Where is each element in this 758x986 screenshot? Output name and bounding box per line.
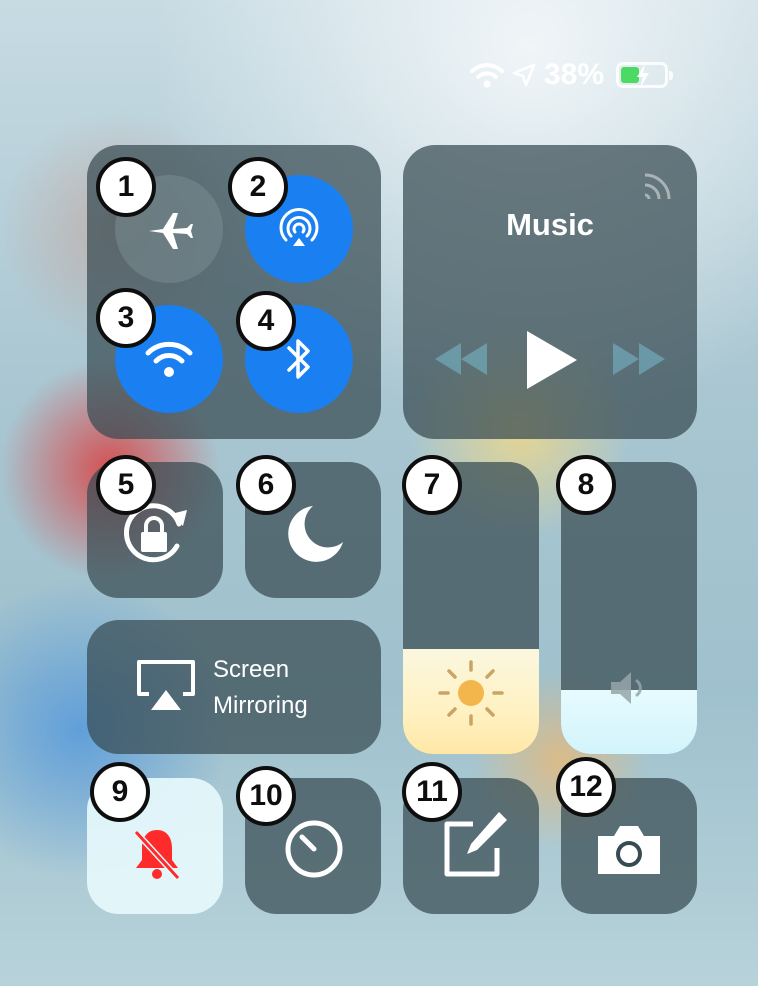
moon-icon xyxy=(288,506,343,562)
battery-percent: 38% xyxy=(544,58,605,91)
fast-forward-icon[interactable] xyxy=(611,341,667,377)
airdrop-icon xyxy=(279,208,319,246)
speaker-icon xyxy=(611,672,642,704)
wifi-icon xyxy=(470,63,504,88)
music-title: Music xyxy=(506,207,594,242)
badge-10: 10 xyxy=(236,766,296,826)
camera-icon xyxy=(598,826,660,874)
play-icon[interactable] xyxy=(523,329,579,391)
badge-2: 2 xyxy=(228,157,288,217)
badge-4: 4 xyxy=(236,291,296,351)
badge-5: 5 xyxy=(96,455,156,515)
wifi-icon xyxy=(145,341,193,377)
muted-bell-icon xyxy=(133,829,181,881)
screen-mirroring-line1: Screen xyxy=(213,656,290,683)
status-bar: 38% xyxy=(470,58,674,92)
badge-7: 7 xyxy=(402,455,462,515)
sun-icon xyxy=(438,660,504,726)
badge-8: 8 xyxy=(556,455,616,515)
screen-mirroring-button[interactable]: Screen Mirroring xyxy=(87,620,381,754)
badge-1: 1 xyxy=(96,157,156,217)
badge-3: 3 xyxy=(96,288,156,348)
badge-12: 12 xyxy=(556,757,616,817)
airplane-icon xyxy=(149,213,193,249)
airplay-screen-icon xyxy=(137,660,195,710)
location-arrow-icon xyxy=(512,63,536,87)
control-center-screen: 38% Music Screen Mirroring 1 2 3 4 5 6 7… xyxy=(0,0,758,986)
airplay-audio-icon[interactable] xyxy=(641,169,675,203)
screen-mirroring-label: Screen Mirroring xyxy=(213,652,308,724)
notes-icon xyxy=(444,812,507,877)
badge-6: 6 xyxy=(236,455,296,515)
badge-9: 9 xyxy=(90,762,150,822)
battery-icon xyxy=(616,62,674,88)
screen-mirroring-line2: Mirroring xyxy=(213,692,308,719)
music-panel[interactable]: Music xyxy=(403,145,697,439)
badge-11: 11 xyxy=(402,762,462,822)
rewind-icon[interactable] xyxy=(433,341,489,377)
timer-icon xyxy=(285,820,343,878)
